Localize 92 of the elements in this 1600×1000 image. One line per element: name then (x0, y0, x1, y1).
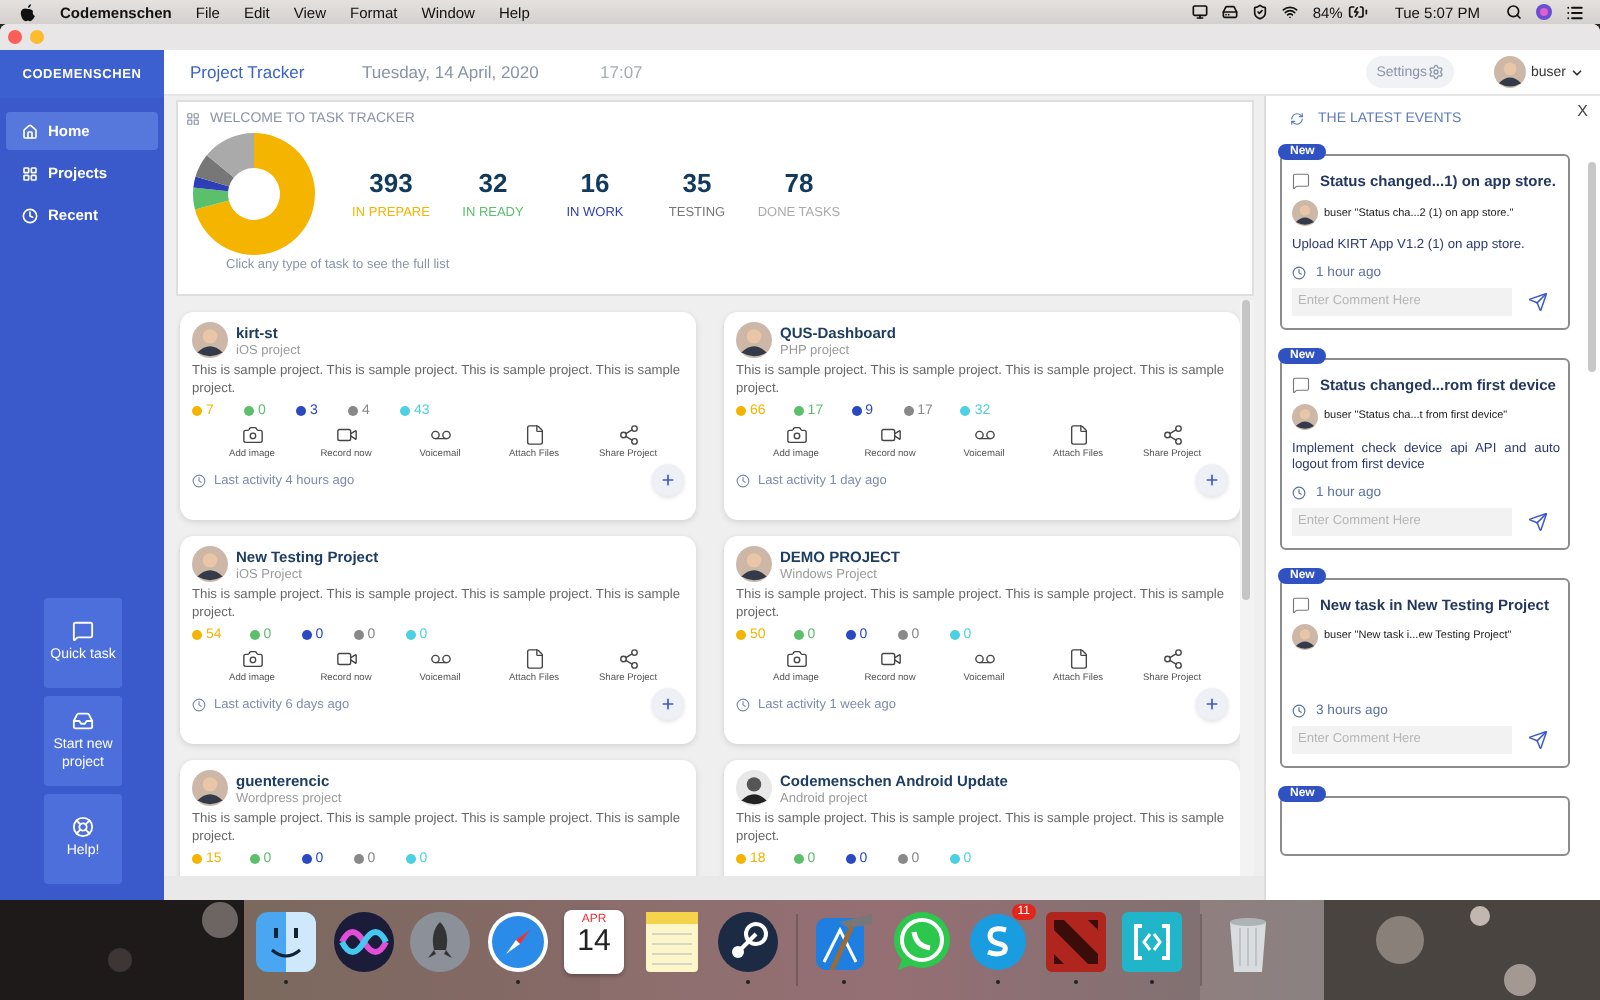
rocket-icon[interactable] (408, 910, 472, 974)
camera-icon (785, 648, 807, 670)
hammer-blueprint-icon[interactable] (812, 910, 876, 974)
clock-icon (1292, 265, 1306, 279)
clock-icon (1292, 485, 1306, 499)
chat-bubble-icon[interactable] (966, 910, 1030, 974)
orb-icon[interactable] (1536, 4, 1552, 20)
camera-icon (241, 424, 263, 446)
video-camera-icon (879, 648, 901, 670)
stat-count[interactable]: 32 (478, 168, 508, 198)
user-avatar (736, 770, 772, 806)
stat-count[interactable]: 78 (784, 168, 814, 198)
scrollbar-thumb[interactable] (1242, 300, 1250, 600)
send-icon (1528, 729, 1548, 749)
close-window-button[interactable] (8, 30, 22, 44)
settings-icon (1428, 64, 1445, 80)
calendar-day: 14 (577, 926, 611, 956)
stat-count[interactable]: 35 (682, 168, 712, 198)
brackets-icon[interactable] (1120, 910, 1184, 974)
share-icon (1161, 424, 1183, 446)
plus-icon (660, 696, 676, 712)
monitor-icon[interactable] (1192, 4, 1209, 20)
user-avatar (1292, 403, 1318, 429)
chevron-down-icon (1570, 65, 1584, 79)
add-button[interactable] (1196, 464, 1228, 496)
search-icon[interactable] (1506, 4, 1522, 20)
document-icon (523, 424, 545, 446)
document-icon (1067, 424, 1089, 446)
user-avatar (192, 770, 228, 806)
clock-icon (192, 697, 206, 711)
shield-icon[interactable] (1252, 4, 1269, 20)
clock-icon (192, 473, 206, 487)
video-camera-icon (335, 424, 357, 446)
user-avatar (192, 322, 228, 358)
phone-bubble-icon[interactable] (889, 910, 953, 974)
compass-icon[interactable] (485, 910, 549, 974)
page-title: Project Tracker (190, 62, 307, 82)
header-time: 17:07 (600, 62, 643, 82)
share-icon (617, 648, 639, 670)
plus-icon (1204, 472, 1220, 488)
piston-logo-icon[interactable] (716, 910, 780, 974)
home-icon (22, 123, 38, 139)
plus-icon (1204, 696, 1220, 712)
battery-icon[interactable] (1348, 2, 1369, 22)
send-icon (1528, 511, 1548, 531)
video-camera-icon (335, 648, 357, 670)
glowing-orb-icon[interactable] (331, 910, 395, 974)
smiling-face-icon[interactable] (254, 910, 318, 974)
stat-count[interactable]: 16 (580, 168, 610, 198)
stat-count[interactable]: 393 (369, 168, 413, 198)
inbox-icon (72, 710, 94, 733)
clock-icon (736, 697, 750, 711)
share-icon (617, 424, 639, 446)
send-icon (1528, 291, 1548, 311)
lifebuoy-icon (72, 816, 94, 839)
header-date: Tuesday, 14 April, 2020 (362, 62, 541, 82)
comment-icon (1292, 375, 1310, 393)
clock-icon (736, 473, 750, 487)
scrollbar-thumb[interactable] (1588, 162, 1596, 372)
user-avatar (1292, 200, 1318, 226)
user-avatar (1494, 56, 1527, 88)
document-icon (1067, 648, 1089, 670)
user-avatar (1292, 623, 1318, 649)
emblem-icon[interactable] (1043, 910, 1107, 974)
add-button[interactable] (1196, 688, 1228, 720)
share-icon (1161, 648, 1183, 670)
chat-icon (72, 620, 94, 643)
close-button[interactable]: X (1577, 102, 1588, 120)
send-button[interactable] (1528, 511, 1548, 531)
grid-icon (22, 165, 38, 181)
user-avatar (736, 322, 772, 358)
clock-icon (1292, 703, 1306, 717)
send-button[interactable] (1528, 291, 1548, 311)
list-icon[interactable] (1566, 3, 1584, 21)
add-button[interactable] (652, 464, 684, 496)
plus-icon (660, 472, 676, 488)
wifi-icon[interactable] (1282, 4, 1299, 20)
comment-icon (1292, 595, 1310, 613)
send-button[interactable] (1528, 729, 1548, 749)
clock-icon (22, 207, 38, 223)
grid-icon (186, 112, 200, 126)
user-avatar (736, 546, 772, 582)
refresh-icon[interactable] (1290, 111, 1304, 125)
add-button[interactable] (652, 688, 684, 720)
video-camera-icon (879, 424, 901, 446)
user-avatar (192, 546, 228, 582)
apple-menu-icon[interactable] (20, 3, 36, 21)
document-icon (523, 648, 545, 670)
camera-icon (241, 648, 263, 670)
comment-icon (1292, 172, 1310, 190)
camera-icon (785, 424, 807, 446)
drive-icon[interactable] (1222, 4, 1239, 20)
